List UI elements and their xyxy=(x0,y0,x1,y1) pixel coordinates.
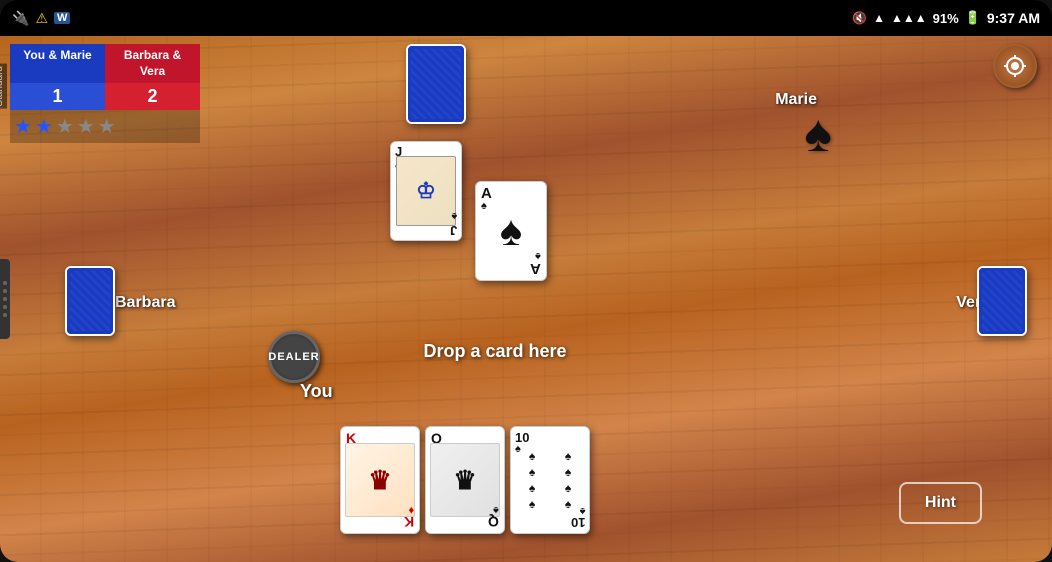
jack-face: J♠ ♔ J♠ xyxy=(391,142,461,240)
status-bar: 🔌 ⚠ W 🔇 ▲ ▲▲▲ 91% 🔋 9:37 AM xyxy=(0,0,1052,36)
star-1: ★ xyxy=(14,114,32,139)
star-2: ★ xyxy=(35,114,53,139)
signal-icon: ▲▲▲ xyxy=(891,11,927,25)
standard-label: Standard xyxy=(0,64,7,109)
top-facedown-card xyxy=(406,44,466,124)
dealer-chip: DEALER xyxy=(268,331,320,383)
battery-percent: 91% xyxy=(933,11,959,26)
stars-row: ★ ★ ★ ★ ★ xyxy=(10,110,200,143)
card-back-pattern-left xyxy=(67,268,113,334)
game-area: Standard You & Marie Barbara & Vera 1 2 … xyxy=(0,36,1052,562)
ace-of-spades-card[interactable]: A♠ ♠ A♠ xyxy=(475,181,547,281)
usb-icon: 🔌 xyxy=(12,10,29,27)
device-frame: 🔌 ⚠ W 🔇 ▲ ▲▲▲ 91% 🔋 9:37 AM Standard You… xyxy=(0,0,1052,562)
king-rank-bottom: K♦ xyxy=(404,504,414,529)
gear-icon xyxy=(1003,54,1027,78)
score-values: 1 2 xyxy=(10,83,200,110)
queen-rank-bottom: Q♠ xyxy=(488,504,499,529)
card-back-pattern-right xyxy=(979,268,1025,334)
hint-button[interactable]: Hint xyxy=(899,482,982,524)
ace-rank-top: A♠ xyxy=(481,186,492,212)
team2-score: 2 xyxy=(105,83,200,110)
star-5: ★ xyxy=(98,114,116,139)
jack-figure-area: ♔ xyxy=(396,156,456,226)
card-back-pattern xyxy=(408,46,464,122)
queen-figure: ♛ xyxy=(453,465,476,496)
jack-figure: ♔ xyxy=(416,178,436,204)
status-right-icons: 🔇 ▲ ▲▲▲ 91% 🔋 9:37 AM xyxy=(852,10,1040,26)
drop-zone-text: Drop a card here xyxy=(423,341,566,362)
ten-of-spades-card[interactable]: 10♠ ♠ ♠ ♠ ♠ ♠ ♠ ♠ ♠ 10♠ xyxy=(510,426,590,534)
team2-header: Barbara & Vera xyxy=(105,44,200,83)
wifi-icon: ▲ xyxy=(873,11,885,25)
ten-rank-bottom: 10♠ xyxy=(571,505,585,529)
vera-facedown-card xyxy=(977,266,1027,336)
team1-score: 1 xyxy=(10,83,105,110)
star-3: ★ xyxy=(56,114,74,139)
clock: 9:37 AM xyxy=(987,10,1040,26)
star-4: ★ xyxy=(77,114,95,139)
score-headers: You & Marie Barbara & Vera xyxy=(10,44,200,83)
dealer-chip-text: DEALER xyxy=(268,351,319,363)
ten-pips-area: ♠ ♠ ♠ ♠ ♠ ♠ ♠ ♠ xyxy=(515,449,585,511)
drop-zone[interactable]: Drop a card here xyxy=(380,326,610,376)
ace-suit-center: ♠ xyxy=(500,207,522,255)
barbara-label: Barbara xyxy=(115,294,175,312)
side-grip xyxy=(0,259,10,339)
you-label: You xyxy=(300,381,333,402)
mute-icon: 🔇 xyxy=(852,11,867,25)
jack-rank-bottom: J♠ xyxy=(450,210,457,237)
score-panel: Standard You & Marie Barbara & Vera 1 2 … xyxy=(10,44,200,143)
queen-of-spades-card[interactable]: Q♠ ♛ Q♠ xyxy=(425,426,505,534)
marie-spade-icon: ♠ xyxy=(804,104,832,164)
settings-button[interactable] xyxy=(993,44,1037,88)
barbara-facedown-card xyxy=(65,266,115,336)
word-icon: W xyxy=(54,12,70,24)
status-left-icons: 🔌 ⚠ W xyxy=(12,10,70,27)
king-figure: ♛ xyxy=(368,465,391,496)
ace-rank-bottom: A♠ xyxy=(530,250,541,276)
king-of-diamonds-card[interactable]: K♦ ♛ K♦ xyxy=(340,426,420,534)
jack-of-spades-card[interactable]: J♠ ♔ J♠ xyxy=(390,141,462,241)
battery-icon: 🔋 xyxy=(965,10,981,26)
warning-icon: ⚠ xyxy=(35,10,48,27)
team1-header: You & Marie xyxy=(10,44,105,83)
